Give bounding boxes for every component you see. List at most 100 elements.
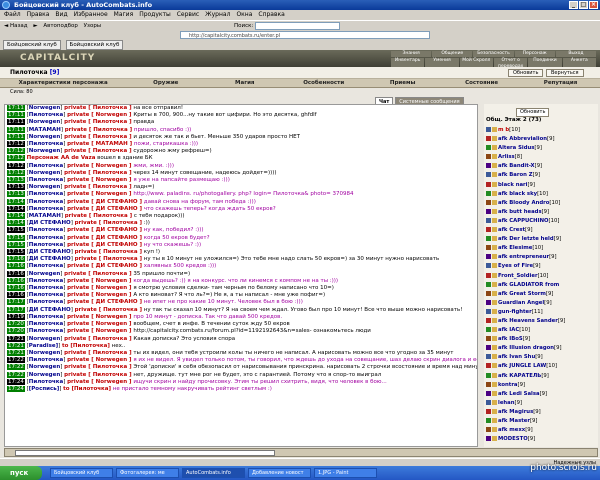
chat-sender[interactable]: Пилоточка: [29, 278, 63, 284]
chat-sender[interactable]: Пилоточка: [29, 191, 63, 197]
chat-sender[interactable]: Пилоточка: [29, 112, 63, 118]
chat-recipient[interactable]: private [ Пилоточка ]: [75, 220, 142, 226]
user-list-item[interactable]: MODESTO[9]: [486, 435, 596, 444]
chat-recipient[interactable]: private [ Norwegen ]: [67, 177, 131, 183]
tab-1[interactable]: Бойцовский клуб: [3, 40, 61, 50]
chat-recipient[interactable]: private [ Пилоточка ]: [64, 170, 131, 176]
user-name[interactable]: gun-fighter: [498, 309, 532, 315]
taskbar-item[interactable]: AutoCombats.info: [182, 468, 245, 478]
user-list-item[interactable]: afk Great Storm[9]: [486, 290, 596, 299]
user-list-item[interactable]: lehan[9]: [486, 399, 596, 408]
chat-sender[interactable]: Norwegen: [29, 184, 61, 190]
chat-recipient[interactable]: private [ Norwegen ]: [67, 285, 131, 291]
user-list-item[interactable]: afk Ivan Shu[9]: [486, 353, 596, 362]
chat-sender[interactable]: Norwegen: [29, 364, 61, 370]
chat-sender[interactable]: Norwegen: [29, 134, 61, 140]
chat-recipient[interactable]: private [ Norwegen ]: [67, 112, 131, 118]
top-nav-item[interactable]: Общение: [432, 51, 473, 57]
chat-sender[interactable]: Пилоточка: [29, 314, 63, 320]
chat-sender[interactable]: Norwegen: [29, 372, 61, 378]
user-name[interactable]: afk Elesime: [498, 245, 532, 251]
chat-input[interactable]: [15, 450, 275, 456]
chat-recipient[interactable]: private [ Norwegen ]: [67, 328, 131, 334]
user-name[interactable]: afk Master: [498, 418, 530, 424]
chat-sender[interactable]: Пилоточка: [29, 285, 63, 291]
user-name[interactable]: afk GLADIATOR from: [498, 282, 559, 288]
user-name[interactable]: afk Crest: [498, 227, 525, 233]
user-name[interactable]: Eyes of Fire: [498, 263, 533, 269]
section-tab[interactable]: Репутация: [521, 79, 600, 87]
user-name[interactable]: afk entrepreneur: [498, 254, 549, 260]
chat-recipient[interactable]: private [ Пилоточка ]: [75, 249, 142, 255]
chat-recipient[interactable]: private [ Пилоточка ]: [64, 105, 131, 111]
chat-recipient[interactable]: private [ Пилоточка ]: [75, 307, 142, 313]
user-name[interactable]: kontra: [498, 382, 518, 388]
user-list-item[interactable]: Front_Soldier[10]: [486, 272, 596, 281]
user-name[interactable]: Front_Soldier: [498, 273, 538, 279]
menu-item-3[interactable]: Избранное: [74, 11, 108, 18]
user-list-item[interactable]: afk Ledi Salsa[9]: [486, 390, 596, 399]
refresh-button[interactable]: Обновить: [508, 69, 544, 77]
chat-recipient[interactable]: private [ Пилоточка ]: [64, 148, 131, 154]
taskbar-item[interactable]: Добавление новост: [248, 468, 311, 478]
chat-sender[interactable]: Пилоточка: [29, 242, 63, 248]
user-list-item[interactable]: afk black sky[10]: [486, 190, 596, 199]
chat-recipient[interactable]: to [Пилоточка]: [63, 386, 111, 392]
chat-recipient[interactable]: private [ Norwegen ]: [67, 379, 131, 385]
user-list-item[interactable]: afk GLADIATOR from: [486, 281, 596, 290]
chat-recipient[interactable]: private [ Пилоточка ]: [64, 134, 131, 140]
chat-sender[interactable]: Norwegen: [29, 170, 61, 176]
chat-recipient[interactable]: private [ ДИ СТЕФАНО ]: [67, 206, 142, 212]
section-tab[interactable]: Особенности: [284, 79, 363, 87]
user-name[interactable]: Arliss: [498, 154, 515, 160]
user-name[interactable]: afk Illusion dragon: [498, 345, 554, 351]
chat-sender[interactable]: Norwegen: [29, 271, 61, 277]
user-name[interactable]: afk Bloody Andro: [498, 200, 549, 206]
chat-sender[interactable]: Paradise]: [29, 343, 58, 349]
chat-recipient[interactable]: private [ ДИ СТЕФАНО ]: [67, 199, 142, 205]
chat-sender[interactable]: Пилоточка: [29, 177, 63, 183]
chat-recipient[interactable]: private [ Norwegen ]: [67, 278, 131, 284]
user-list-item[interactable]: m b[10]: [486, 126, 596, 135]
chat-recipient[interactable]: private [ ДИ СТЕФАНО ]: [67, 242, 142, 248]
menu-item-0[interactable]: Файл: [4, 11, 21, 18]
chat-recipient[interactable]: private [ Пилоточка ]: [65, 213, 132, 219]
chat-sender[interactable]: Пилоточка: [29, 328, 63, 334]
section-tab[interactable]: Магия: [205, 79, 284, 87]
user-name[interactable]: afk JUNGLE LAW: [498, 363, 546, 369]
chat-recipient[interactable]: private [ ДИ СТЕФАНО ]: [67, 227, 142, 233]
chat-sender[interactable]: Norwegen: [29, 336, 61, 342]
user-list-item[interactable]: afk entrepreneur[9]: [486, 253, 596, 262]
user-list-item[interactable]: black nari[9]: [486, 181, 596, 190]
refresh-users-button[interactable]: Обновить: [516, 108, 550, 117]
user-list-item[interactable]: Altera Sidus[9]: [486, 144, 596, 153]
chat-sender[interactable]: МАТАМАН: [29, 213, 61, 219]
menu-item-4[interactable]: Магия: [114, 11, 134, 18]
menu-item-6[interactable]: Сервис: [177, 11, 199, 18]
chat-sender[interactable]: Norwegen: [29, 105, 61, 111]
search-input[interactable]: [255, 22, 340, 30]
user-list-item[interactable]: afk JUNGLE LAW[10]: [486, 362, 596, 371]
user-name[interactable]: afk CAPPUCHINO: [498, 218, 549, 224]
chat-recipient[interactable]: private [ Пилоточка ]: [64, 184, 131, 190]
user-list-item[interactable]: afk Illusion dragon[9]: [486, 344, 596, 353]
user-list-item[interactable]: afk Bandit-X[9]: [486, 162, 596, 171]
user-list-item[interactable]: afk Magirus[9]: [486, 408, 596, 417]
chat-sender[interactable]: Пилоточка: [29, 292, 63, 298]
chat-recipient[interactable]: private [ ДИ СТЕФАНО ]: [67, 263, 142, 269]
menu-item-9[interactable]: Справка: [258, 11, 284, 18]
chat-sender[interactable]: Norwegen: [29, 148, 61, 154]
user-name[interactable]: MODESTO: [498, 436, 528, 442]
top-nav-item[interactable]: Знания: [391, 51, 432, 57]
chat-recipient[interactable]: private [ Norwegen ]: [67, 163, 131, 169]
taskbar-item[interactable]: Фотогалерея: ме: [116, 468, 179, 478]
user-name[interactable]: afk Great Storm: [498, 291, 546, 297]
user-list-item[interactable]: afk mexx[9]: [486, 426, 596, 435]
chat-sender[interactable]: ДИ СТЕФАНО: [29, 220, 71, 226]
chat-recipient[interactable]: private [ Пилоточка ]: [64, 372, 131, 378]
section-tab[interactable]: Характеристики персонажа: [0, 79, 126, 87]
chat-sender[interactable]: МАТАМАН: [29, 127, 61, 133]
user-name[interactable]: afk butt heads: [498, 209, 542, 215]
chat-recipient[interactable]: private [ Пилоточка ]: [64, 350, 131, 356]
user-name[interactable]: afk Magirus: [498, 409, 533, 415]
